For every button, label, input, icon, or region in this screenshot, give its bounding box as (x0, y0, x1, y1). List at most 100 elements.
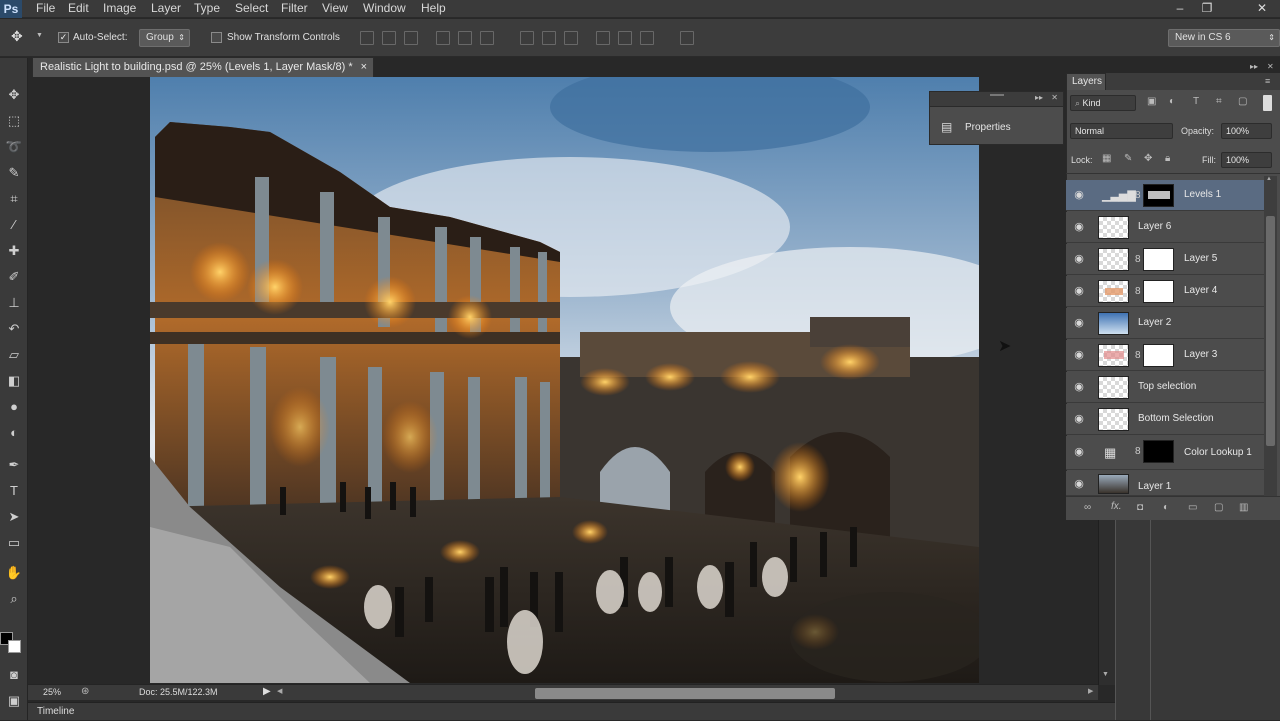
visibility-eye-icon[interactable]: ◉ (1072, 317, 1086, 329)
visibility-eye-icon[interactable]: ◉ (1072, 446, 1086, 458)
workspace-dropdown[interactable]: New in CS 6 ⇕ (1168, 29, 1280, 47)
link-chain-icon[interactable]: 8 (1135, 190, 1141, 201)
layer-mask-thumbnail[interactable] (1143, 344, 1174, 367)
menu-type[interactable]: Type (194, 0, 220, 18)
grip-icon[interactable] (990, 94, 1004, 96)
align-bottom-icon[interactable] (404, 31, 418, 45)
scroll-up-arrow-icon[interactable]: ▲ (1266, 176, 1272, 182)
visibility-eye-icon[interactable]: ◉ (1072, 381, 1086, 393)
blend-mode-dropdown[interactable]: Normal (1070, 123, 1173, 139)
new-group-icon[interactable]: ▭ (1188, 502, 1197, 513)
menu-file[interactable]: File (36, 0, 55, 18)
menu-view[interactable]: View (322, 0, 348, 18)
path-selection-tool-icon[interactable]: ➤ (3, 506, 25, 528)
rectangle-tool-icon[interactable]: ▭ (3, 532, 25, 554)
distribute-top-icon[interactable] (520, 31, 534, 45)
visibility-eye-icon[interactable]: ◉ (1072, 285, 1086, 297)
canvas-image[interactable] (150, 77, 979, 683)
opacity-input[interactable]: 100% (1221, 123, 1272, 139)
menu-image[interactable]: Image (103, 0, 136, 18)
layer-row-layer-2[interactable]: ◉ Layer 2 (1066, 308, 1264, 339)
clone-stamp-tool-icon[interactable]: ⊥ (3, 292, 25, 314)
properties-icon[interactable]: ▤ (941, 120, 952, 134)
tool-preset-chevron-icon[interactable]: ▼ (36, 32, 43, 39)
background-color-swatch[interactable] (8, 640, 21, 653)
collapse-icon[interactable]: ▸▸ (1035, 93, 1043, 102)
horizontal-scrollbar-thumb[interactable] (535, 688, 835, 699)
screen-mode-icon[interactable]: ▣ (3, 690, 25, 712)
marquee-tool-icon[interactable]: ⬚ (3, 110, 25, 132)
link-layers-icon[interactable]: ∞ (1084, 502, 1091, 513)
zoom-tool-icon[interactable]: ⌕ (3, 588, 25, 610)
lock-all-icon[interactable]: 🔒︎ (1165, 153, 1170, 164)
close-panel-icon[interactable]: ✕ (1051, 93, 1058, 102)
visibility-eye-icon[interactable]: ◉ (1072, 349, 1086, 361)
menu-window[interactable]: Window (363, 0, 406, 18)
lock-pixels-icon[interactable]: ✎ (1124, 153, 1132, 164)
layer-row-levels-1[interactable]: ◉ ▁▃▅▇ 8 Levels 1 (1066, 180, 1264, 211)
layers-scrollbar-thumb[interactable] (1266, 216, 1275, 446)
align-vcenter-icon[interactable] (382, 31, 396, 45)
quick-selection-tool-icon[interactable]: ✎ (3, 162, 25, 184)
layers-scrollbar[interactable]: ▲ (1264, 176, 1277, 496)
link-chain-icon[interactable]: 8 (1135, 254, 1141, 265)
smart-object-filter-icon[interactable]: ▢ (1238, 96, 1247, 107)
timeline-panel-tab[interactable]: Timeline (28, 702, 1115, 720)
distribute-hcenter-icon[interactable] (618, 31, 632, 45)
status-menu-arrow-icon[interactable]: ▶ (263, 686, 271, 697)
type-tool-icon[interactable]: T (3, 480, 25, 502)
scroll-down-arrow-icon[interactable]: ▼ (1102, 671, 1109, 678)
visibility-eye-icon[interactable]: ◉ (1072, 253, 1086, 265)
properties-title[interactable]: Properties (965, 122, 1011, 133)
layer-row-layer-6[interactable]: ◉ Layer 6 (1066, 212, 1264, 243)
eraser-tool-icon[interactable]: ▱ (3, 344, 25, 366)
layer-mask-thumbnail[interactable] (1143, 440, 1174, 463)
shape-filter-icon[interactable]: ⌗ (1216, 96, 1222, 107)
auto-select-target-dropdown[interactable]: Group ⇕ (139, 29, 190, 47)
lock-transparency-icon[interactable]: ▦ (1102, 153, 1111, 164)
layer-mask-thumbnail[interactable] (1143, 184, 1174, 207)
new-layer-icon[interactable]: ▢ (1214, 502, 1223, 513)
close-tab-icon[interactable]: × (361, 58, 367, 77)
layer-mask-thumbnail[interactable] (1143, 280, 1174, 303)
layer-row-layer-1[interactable]: ◉ Layer 1 (1066, 471, 1264, 496)
scroll-left-arrow-icon[interactable]: ◀ (277, 687, 282, 695)
quick-mask-icon[interactable]: ◙ (3, 664, 25, 686)
auto-align-layers-icon[interactable] (680, 31, 694, 45)
fill-input[interactable]: 100% (1221, 152, 1272, 168)
filter-kind-dropdown[interactable]: ⌕ Kind (1070, 95, 1136, 111)
zoom-level[interactable]: 25% (43, 687, 61, 697)
align-top-icon[interactable] (360, 31, 374, 45)
restore-icon[interactable]: ❐ (1197, 0, 1217, 18)
distribute-right-icon[interactable] (640, 31, 654, 45)
lasso-tool-icon[interactable]: ➰ (3, 136, 25, 158)
visibility-eye-icon[interactable]: ◉ (1072, 478, 1086, 490)
delete-layer-icon[interactable]: ▥ (1239, 502, 1248, 513)
filter-toggle-switch[interactable] (1263, 95, 1272, 111)
layer-mask-thumbnail[interactable] (1143, 248, 1174, 271)
blur-tool-icon[interactable]: ● (3, 396, 25, 418)
align-hcenter-icon[interactable] (458, 31, 472, 45)
menu-help[interactable]: Help (421, 0, 446, 18)
brush-tool-icon[interactable]: ✐ (3, 266, 25, 288)
menu-filter[interactable]: Filter (281, 0, 308, 18)
distribute-bottom-icon[interactable] (564, 31, 578, 45)
align-left-icon[interactable] (436, 31, 450, 45)
eyedropper-tool-icon[interactable]: ⁄ (3, 214, 25, 236)
panel-menu-icon[interactable]: ≡ (1265, 76, 1270, 86)
gradient-tool-icon[interactable]: ◧ (3, 370, 25, 392)
healing-brush-tool-icon[interactable]: ✚ (3, 240, 25, 262)
link-chain-icon[interactable]: 8 (1135, 446, 1141, 457)
properties-panel-header[interactable]: ▸▸ ✕ (930, 92, 1063, 107)
distribute-vcenter-icon[interactable] (542, 31, 556, 45)
document-tab[interactable]: Realistic Light to building.psd @ 25% (L… (32, 57, 374, 77)
history-brush-tool-icon[interactable]: ↶ (3, 318, 25, 340)
pen-tool-icon[interactable]: ✒ (3, 454, 25, 476)
layer-row-color-lookup-1[interactable]: ◉ ▦ 8 Color Lookup 1 (1066, 436, 1264, 470)
menu-edit[interactable]: Edit (68, 0, 89, 18)
fx-icon[interactable]: fx. (1111, 501, 1122, 512)
layer-row-layer-4[interactable]: ◉ 8 Layer 4 (1066, 276, 1264, 307)
visibility-eye-icon[interactable]: ◉ (1072, 413, 1086, 425)
visibility-eye-icon[interactable]: ◉ (1072, 221, 1086, 233)
scroll-right-arrow-icon[interactable]: ▶ (1088, 687, 1093, 695)
